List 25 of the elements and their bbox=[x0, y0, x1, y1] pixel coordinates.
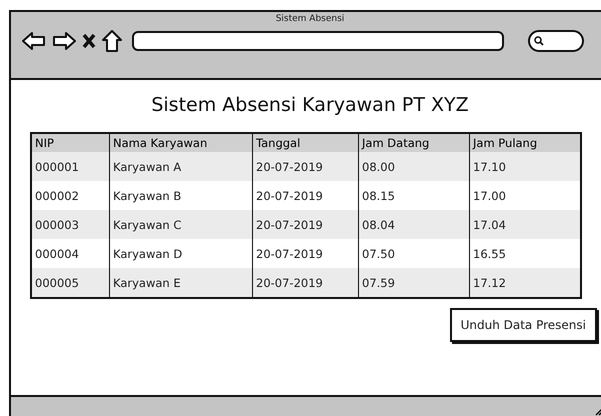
table-cell: 000003 bbox=[31, 210, 110, 239]
column-header: Tanggal bbox=[252, 133, 358, 152]
table-cell: 20-07-2019 bbox=[252, 268, 358, 298]
column-header: Jam Datang bbox=[358, 133, 470, 152]
column-header: Nama Karyawan bbox=[110, 133, 252, 152]
table-cell: 20-07-2019 bbox=[252, 152, 358, 181]
table-cell: 07.59 bbox=[358, 268, 470, 298]
table-cell: 17.12 bbox=[470, 268, 581, 298]
table-cell: 000001 bbox=[31, 152, 110, 181]
table-cell: 08.00 bbox=[358, 152, 470, 181]
download-button[interactable]: Unduh Data Presensi bbox=[450, 308, 597, 342]
table-cell: 17.04 bbox=[470, 210, 581, 239]
table-cell: 17.10 bbox=[470, 152, 581, 181]
page-heading: Sistem Absensi Karyawan PT XYZ bbox=[151, 94, 469, 116]
table-cell: 000005 bbox=[31, 268, 110, 298]
table-cell: Karyawan A bbox=[110, 152, 252, 181]
table-cell: 08.04 bbox=[358, 210, 470, 239]
column-header: NIP bbox=[31, 133, 110, 152]
column-header: Jam Pulang bbox=[470, 133, 581, 152]
table-cell: 000004 bbox=[31, 239, 110, 268]
table-cell: 000002 bbox=[31, 181, 110, 210]
table-cell: Karyawan E bbox=[110, 268, 252, 298]
table-cell: 20-07-2019 bbox=[252, 210, 358, 239]
window-title: Sistem Absensi bbox=[276, 14, 344, 24]
table-cell: Karyawan C bbox=[110, 210, 252, 239]
